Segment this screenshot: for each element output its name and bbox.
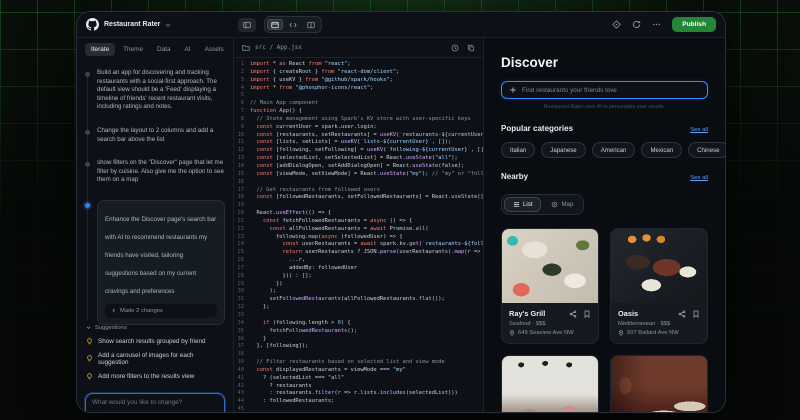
- page-title: Discover: [501, 55, 708, 70]
- bookmark-icon[interactable]: [692, 310, 700, 318]
- share-icon[interactable]: [678, 310, 686, 318]
- suggestion-item[interactable]: Add more filters to the results view: [86, 373, 224, 380]
- ai-search-box: [501, 81, 708, 99]
- tab-data[interactable]: Data: [151, 43, 177, 56]
- code-editor-panel: src / App.jsx 1import * as React from "r…: [234, 38, 484, 412]
- panel-tabs: Iterate Theme Data AI Assets: [77, 38, 233, 60]
- suggestions-header[interactable]: Suggestions: [86, 325, 224, 331]
- tab-theme[interactable]: Theme: [117, 43, 149, 56]
- list-map-toggle: List Map: [501, 194, 584, 215]
- prompt-message[interactable]: Change the layout to 2 columns and add a…: [85, 127, 225, 144]
- prompt-message[interactable]: Build an app for discovering and trackin…: [85, 69, 225, 112]
- category-pill-american[interactable]: American: [592, 142, 636, 158]
- restaurant-photo: [611, 229, 707, 303]
- app-title: Restaurant Rater: [104, 21, 160, 28]
- iterate-panel: Iterate Theme Data AI Assets Build an ap…: [77, 38, 234, 412]
- category-pill-japanese[interactable]: Japanese: [541, 142, 585, 158]
- timeline-dot-active: [85, 203, 90, 208]
- location-pin-icon: [618, 330, 624, 336]
- copy-icon[interactable]: [467, 44, 475, 52]
- map-pin-icon: [551, 201, 558, 208]
- view-controls: [234, 16, 322, 33]
- restaurant-card[interactable]: Ocho: [610, 355, 708, 412]
- timeline-dot: [85, 130, 90, 135]
- see-all-categories-link[interactable]: See all: [690, 127, 708, 133]
- folder-icon: [242, 44, 250, 52]
- target-icon[interactable]: [612, 20, 621, 29]
- bookmark-icon[interactable]: [583, 310, 591, 318]
- location-pin-icon: [509, 330, 515, 336]
- more-options-icon[interactable]: [652, 20, 661, 29]
- restaurant-photo: [502, 229, 598, 303]
- restaurant-search-input[interactable]: [522, 87, 700, 94]
- chevron-down-icon: [165, 22, 171, 28]
- suggestions-section: Suggestions Show search results grouped …: [77, 325, 233, 391]
- preview-mode-button[interactable]: [267, 19, 283, 30]
- sparkle-icon: [509, 86, 517, 94]
- lightbulb-icon: [86, 338, 93, 345]
- code-mode-button[interactable]: [285, 19, 301, 30]
- chevron-down-icon: [86, 325, 91, 330]
- active-prompt-card: Enhance the Discover page's search bar w…: [97, 200, 225, 325]
- timeline-dot: [85, 72, 90, 77]
- lightbulb-icon: [86, 355, 93, 362]
- prompt-message-active[interactable]: Enhance the Discover page's search bar w…: [85, 200, 225, 325]
- suggestion-item[interactable]: Add a carousel of images for each sugges…: [86, 352, 224, 366]
- share-icon[interactable]: [569, 310, 577, 318]
- prompt-history: Build an app for discovering and trackin…: [77, 60, 233, 325]
- github-logo-icon: [86, 18, 99, 31]
- chat-input-container: [85, 393, 225, 413]
- list-view-button[interactable]: List: [504, 197, 541, 212]
- panel-left-icon: [243, 21, 251, 29]
- restaurant-card[interactable]: Asadero: [501, 355, 599, 412]
- code-icon: [289, 21, 297, 29]
- editor-header: src / App.jsx: [234, 38, 483, 58]
- map-view-button[interactable]: Map: [543, 197, 581, 212]
- nearby-heading: Nearby: [501, 172, 528, 181]
- restaurant-cards: Ray's Grill Seafood · $$$ 649 Seaview Av…: [501, 228, 708, 412]
- app-preview: Discover Restaurant Rater uses AI to per…: [484, 38, 725, 412]
- split-view-icon: [307, 21, 315, 29]
- tab-ai[interactable]: AI: [179, 43, 197, 56]
- restaurant-card[interactable]: Ray's Grill Seafood · $$$ 649 Seaview Av…: [501, 228, 599, 344]
- lightbulb-icon: [86, 373, 93, 380]
- search-caption: Restaurant Rater uses AI to personalize …: [501, 104, 708, 110]
- category-pill-chinese[interactable]: Chinese: [688, 142, 725, 158]
- browser-icon: [271, 21, 279, 29]
- category-pill-mexican[interactable]: Mexican: [641, 142, 682, 158]
- refresh-icon[interactable]: [632, 20, 641, 29]
- chevron-right-icon: [111, 308, 116, 313]
- tab-iterate[interactable]: Iterate: [85, 43, 115, 56]
- list-icon: [513, 201, 520, 208]
- category-pill-italian[interactable]: Italian: [501, 142, 535, 158]
- popular-categories-heading: Popular categories: [501, 124, 573, 133]
- restaurant-photo: [611, 356, 707, 412]
- publish-button[interactable]: Publish: [672, 17, 716, 32]
- top-bar: Restaurant Rater Publi: [77, 12, 725, 38]
- chat-input[interactable]: [86, 394, 224, 413]
- prompt-message[interactable]: show filters on the "Discover" page that…: [85, 159, 225, 185]
- history-icon[interactable]: [451, 44, 459, 52]
- split-mode-button[interactable]: [303, 19, 319, 30]
- app-switcher[interactable]: Restaurant Rater: [77, 18, 234, 31]
- code-lines: 1import * as React from "react";2import …: [234, 58, 483, 412]
- see-all-nearby-link[interactable]: See all: [690, 175, 708, 181]
- file-breadcrumb: src / App.jsx: [255, 44, 302, 51]
- sidebar-toggle-button[interactable]: [238, 18, 256, 32]
- suggestion-item[interactable]: Show search results grouped by friend: [86, 338, 224, 345]
- layout-segmented-control: [264, 16, 322, 33]
- app-window: Restaurant Rater Publi: [76, 11, 726, 413]
- made-changes-expander[interactable]: Made 2 changes: [105, 304, 217, 318]
- restaurant-photo: [502, 356, 598, 412]
- timeline-dot: [85, 162, 90, 167]
- category-pills: Italian Japanese American Mexican Chines…: [501, 142, 708, 158]
- topbar-actions: Publish: [612, 17, 725, 32]
- tab-assets[interactable]: Assets: [199, 43, 230, 56]
- restaurant-card[interactable]: Oasis Mediterranean · $$$ 507 Ballard Av…: [610, 228, 708, 344]
